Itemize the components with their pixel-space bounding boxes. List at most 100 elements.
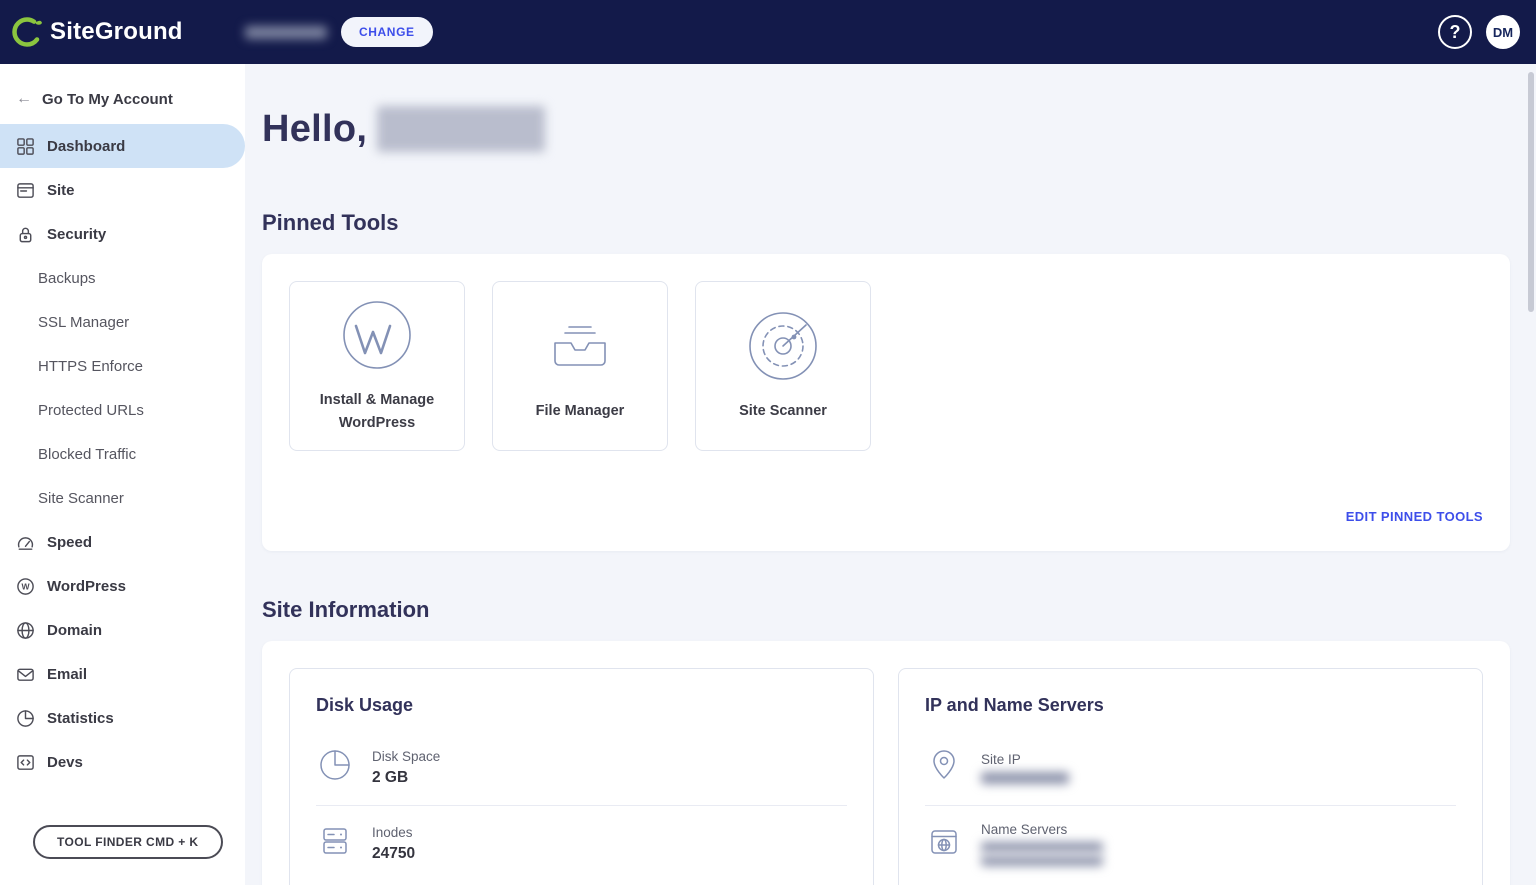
globe-icon bbox=[16, 621, 35, 640]
sidebar-item-email[interactable]: Email bbox=[0, 652, 245, 696]
sidebar-item-label: Protected URLs bbox=[38, 401, 144, 419]
tool-card-label: File Manager bbox=[535, 403, 625, 420]
inodes-row: Inodes 24750 bbox=[316, 805, 847, 881]
ip-name-servers-title: IP and Name Servers bbox=[925, 695, 1104, 715]
wordpress-icon: W bbox=[16, 577, 35, 596]
name-servers-info: Name Servers bbox=[981, 822, 1103, 866]
ip-name-servers-box: IP and Name Servers Site IP Name Servers bbox=[898, 668, 1483, 885]
sidebar-item-ssl-manager[interactable]: SSL Manager bbox=[0, 300, 245, 344]
wordpress-logo-icon bbox=[340, 298, 414, 377]
pinned-tools-row: Install & Manage WordPress File Manager bbox=[289, 281, 1483, 451]
disk-space-info: Disk Space 2 GB bbox=[372, 749, 440, 787]
sidebar-item-speed[interactable]: Speed bbox=[0, 520, 245, 564]
disk-usage-box: Disk Usage Disk Space 2 GB Inodes 24750 bbox=[289, 668, 874, 885]
sidebar-item-dashboard[interactable]: Dashboard bbox=[0, 124, 245, 168]
disk-pie-icon bbox=[316, 746, 354, 789]
change-domain-button[interactable]: CHANGE bbox=[341, 17, 433, 47]
siteground-logo-icon bbox=[12, 17, 42, 47]
vertical-scrollbar[interactable] bbox=[1528, 72, 1534, 312]
sidebar-item-blocked-traffic[interactable]: Blocked Traffic bbox=[0, 432, 245, 476]
tool-card-install-wordpress[interactable]: Install & Manage WordPress bbox=[289, 281, 465, 451]
sidebar-item-label: Security bbox=[47, 225, 107, 243]
pinned-tools-card: Install & Manage WordPress File Manager bbox=[262, 254, 1510, 551]
tool-card-file-manager[interactable]: File Manager bbox=[492, 281, 668, 451]
pie-chart-icon bbox=[16, 709, 35, 728]
name-server-1-redacted bbox=[981, 842, 1103, 852]
sidebar-item-label: SSL Manager bbox=[38, 313, 130, 331]
sidebar-item-label: Domain bbox=[47, 621, 103, 639]
site-scanner-radar-icon bbox=[746, 309, 820, 388]
site-ip-label: Site IP bbox=[981, 751, 1021, 767]
help-icon[interactable]: ? bbox=[1438, 15, 1472, 49]
sidebar-item-protected-urls[interactable]: Protected URLs bbox=[0, 388, 245, 432]
sidebar-item-label: Site Scanner bbox=[38, 489, 124, 507]
current-domain-redacted bbox=[245, 25, 327, 39]
brand-name: SiteGround bbox=[50, 18, 183, 45]
avatar[interactable]: DM bbox=[1486, 15, 1520, 49]
map-pin-icon bbox=[925, 746, 963, 789]
name-servers-globe-icon bbox=[925, 823, 963, 866]
sidebar-item-https-enforce[interactable]: HTTPS Enforce bbox=[0, 344, 245, 388]
tool-finder-wrap: TOOL FINDER CMD + K bbox=[0, 825, 245, 885]
file-manager-icon bbox=[543, 309, 617, 388]
sidebar-item-label: Email bbox=[47, 665, 88, 683]
site-ip-redacted bbox=[981, 771, 1069, 784]
go-to-my-account-label: Go To My Account bbox=[42, 90, 173, 108]
sidebar-item-label: Devs bbox=[47, 753, 83, 771]
sidebar-item-label: Backups bbox=[38, 269, 96, 287]
disk-space-value: 2 GB bbox=[372, 768, 409, 786]
tool-card-site-scanner[interactable]: Site Scanner bbox=[695, 281, 871, 451]
sidebar-item-wordpress[interactable]: W WordPress bbox=[0, 564, 245, 608]
site-ip-info: Site IP bbox=[981, 752, 1069, 784]
disk-space-label: Disk Space bbox=[372, 748, 441, 764]
sidebar-item-security[interactable]: Security bbox=[0, 212, 245, 256]
sidebar-item-label: WordPress bbox=[47, 577, 126, 595]
sidebar: ← Go To My Account Dashboard Site Securi… bbox=[0, 64, 245, 885]
speed-gauge-icon bbox=[16, 533, 35, 552]
sidebar-item-site-scanner[interactable]: Site Scanner bbox=[0, 476, 245, 520]
tool-card-label: Site Scanner bbox=[739, 403, 827, 420]
tool-card-label: Install & Manage WordPress bbox=[319, 392, 435, 431]
name-server-2-redacted bbox=[981, 856, 1103, 866]
envelope-icon bbox=[16, 665, 35, 684]
back-arrow-icon: ← bbox=[16, 90, 32, 107]
top-header: SiteGround CHANGE ? DM bbox=[0, 0, 1536, 64]
site-information-card: Disk Usage Disk Space 2 GB Inodes 24750 bbox=[262, 641, 1510, 885]
sidebar-item-label: Speed bbox=[47, 533, 93, 551]
user-name-redacted bbox=[377, 106, 546, 152]
code-icon bbox=[16, 753, 35, 772]
inodes-value: 24750 bbox=[372, 844, 416, 862]
inodes-info: Inodes 24750 bbox=[372, 825, 415, 863]
inodes-server-icon bbox=[316, 822, 354, 865]
security-lock-icon bbox=[16, 225, 35, 244]
current-domain-area: CHANGE bbox=[245, 17, 433, 47]
main-content: Hello, Pinned Tools Install & Manage Wor… bbox=[245, 64, 1536, 885]
name-servers-row: Name Servers bbox=[925, 805, 1456, 882]
sidebar-item-label: Blocked Traffic bbox=[38, 445, 137, 463]
greeting-row: Hello, bbox=[262, 106, 1510, 152]
site-information-title: Site Information bbox=[262, 597, 430, 622]
go-to-my-account-link[interactable]: ← Go To My Account bbox=[0, 64, 245, 124]
dashboard-icon bbox=[16, 137, 35, 156]
sidebar-item-domain[interactable]: Domain bbox=[0, 608, 245, 652]
greeting-text: Hello, bbox=[262, 107, 368, 150]
svg-text:W: W bbox=[21, 581, 30, 591]
site-ip-row: Site IP bbox=[925, 730, 1456, 805]
sidebar-item-site[interactable]: Site bbox=[0, 168, 245, 212]
sidebar-item-devs[interactable]: Devs bbox=[0, 740, 245, 784]
site-icon bbox=[16, 181, 35, 200]
edit-pinned-tools-link[interactable]: EDIT PINNED TOOLS bbox=[1346, 509, 1483, 524]
sidebar-item-label: Statistics bbox=[47, 709, 114, 727]
sidebar-item-backups[interactable]: Backups bbox=[0, 256, 245, 300]
disk-space-row: Disk Space 2 GB bbox=[316, 730, 847, 805]
pinned-tools-title: Pinned Tools bbox=[262, 210, 399, 235]
sidebar-item-label: HTTPS Enforce bbox=[38, 357, 144, 375]
disk-usage-title: Disk Usage bbox=[316, 695, 414, 715]
name-servers-label: Name Servers bbox=[981, 822, 1068, 837]
sidebar-item-label: Dashboard bbox=[47, 137, 126, 155]
inodes-label: Inodes bbox=[372, 824, 413, 840]
sidebar-item-statistics[interactable]: Statistics bbox=[0, 696, 245, 740]
tool-finder-button[interactable]: TOOL FINDER CMD + K bbox=[33, 825, 223, 859]
siteground-logo[interactable]: SiteGround bbox=[0, 15, 245, 49]
sidebar-item-label: Site bbox=[47, 181, 75, 199]
